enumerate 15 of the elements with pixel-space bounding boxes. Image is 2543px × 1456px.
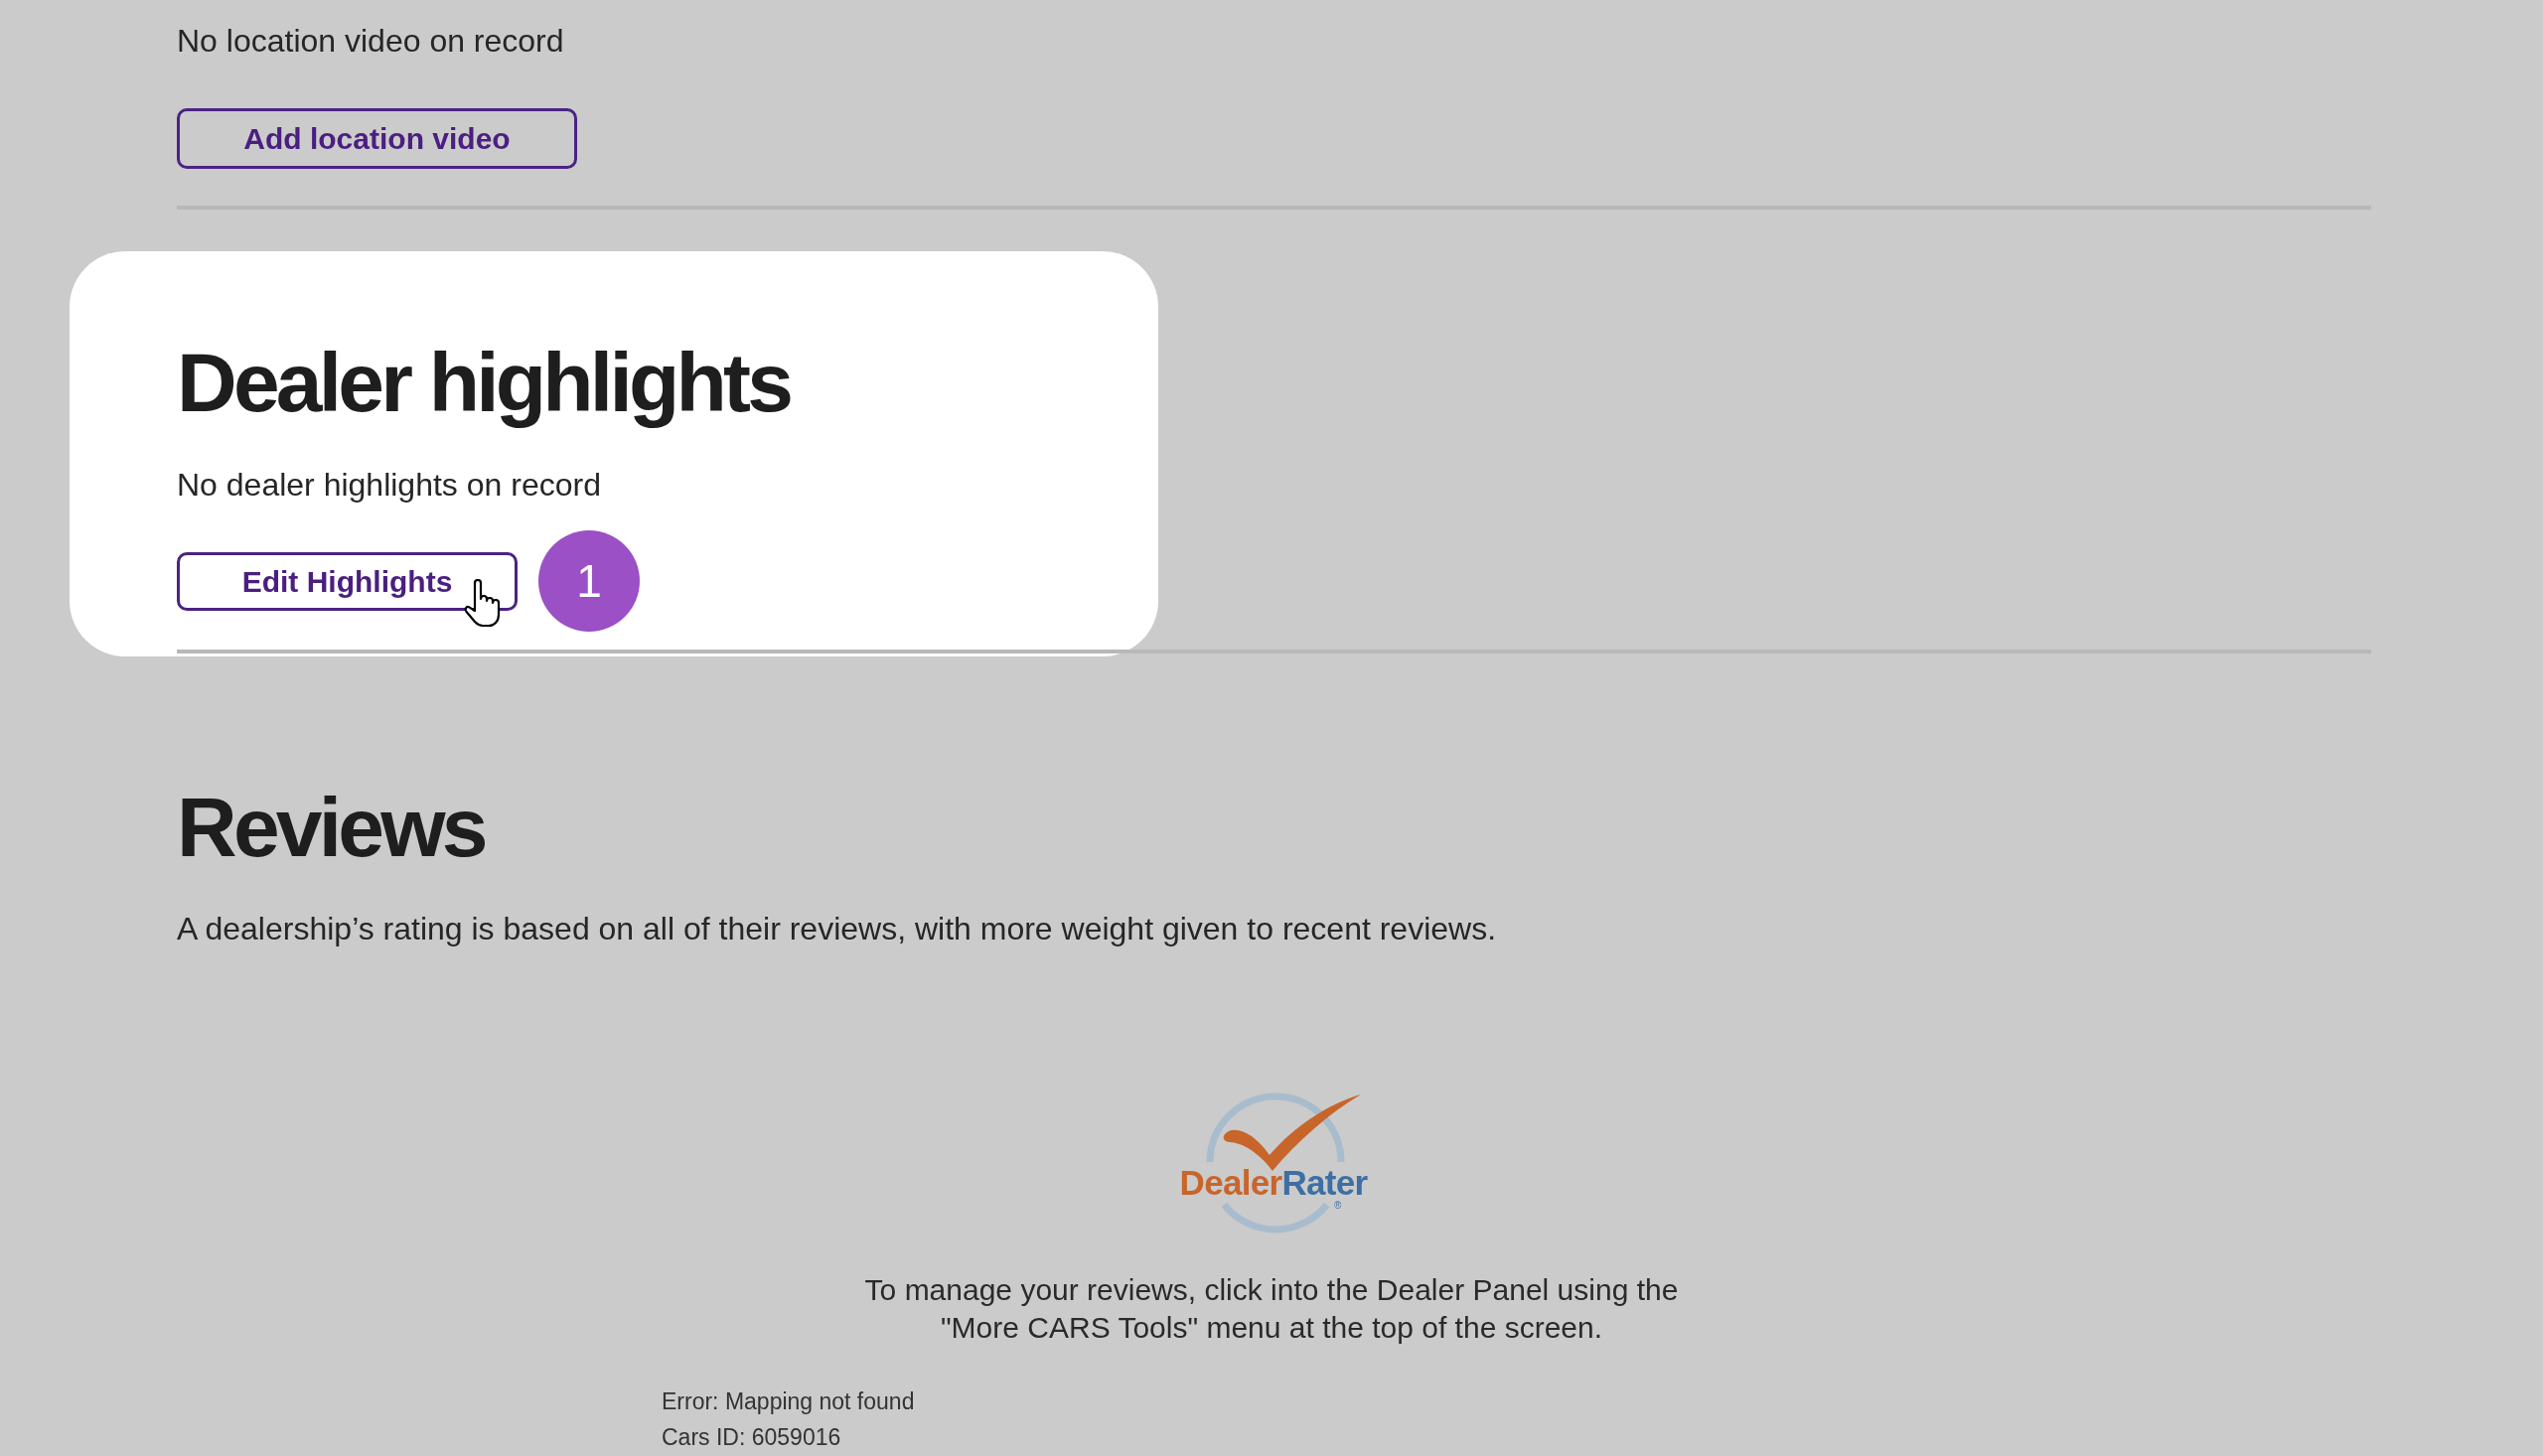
empty-message: No dealer highlights on record bbox=[177, 466, 601, 505]
add-location-video-button[interactable]: Add location video bbox=[177, 108, 577, 169]
error-text: Error: Mapping not found bbox=[662, 1387, 915, 1416]
hand-pointer-icon bbox=[463, 579, 503, 629]
logo-text: Rater bbox=[1281, 1167, 1368, 1199]
instructions-text: To manage your reviews, click into the Dealer Panel using the "More CARS Tools" menu at the top of the screen. bbox=[863, 1272, 1680, 1346]
empty-message: No location video on record bbox=[177, 22, 564, 61]
logo-text: Dealer bbox=[1179, 1167, 1282, 1199]
section-heading: Dealer highlights bbox=[177, 338, 791, 427]
registered-mark: ® bbox=[1334, 1201, 1342, 1211]
section-description: A dealership’s rating is based on all of their reviews, with more weight given to recent reviews. bbox=[177, 910, 1497, 948]
error-text: Cars ID: 6059016 bbox=[662, 1423, 841, 1452]
edit-highlights-button[interactable]: Edit Highlights bbox=[177, 551, 518, 611]
step-badge: 1 bbox=[538, 530, 640, 632]
section-heading: Reviews bbox=[177, 783, 485, 872]
